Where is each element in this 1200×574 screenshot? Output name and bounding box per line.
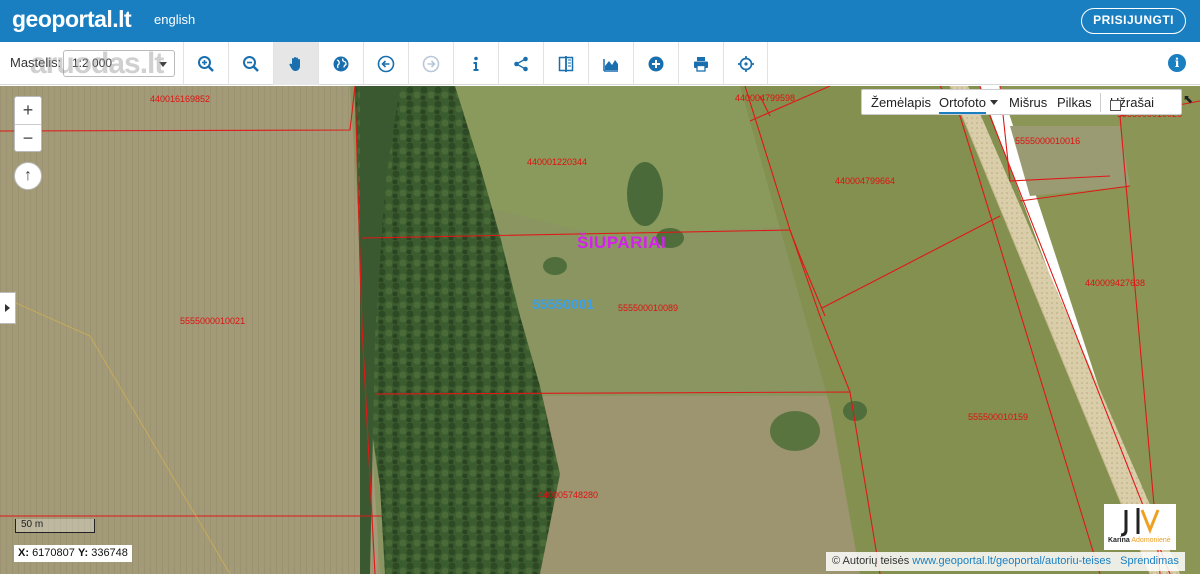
parcel-label: 555500010159 — [968, 412, 1029, 422]
help-info-icon[interactable]: i — [1168, 54, 1186, 72]
top-bar: geoportal.lt english PRISIJUNGTI — [0, 0, 1200, 42]
arrow-left-circle-icon — [377, 55, 395, 72]
solutions-link[interactable]: Sprendimas — [1120, 555, 1179, 567]
copyright-label: © Autorių teisės — [832, 555, 910, 567]
parcel-label: 440004799664 — [835, 176, 896, 186]
basemap-option-ortofoto[interactable]: Ortofoto — [939, 95, 998, 114]
full-extent-tool[interactable] — [318, 42, 363, 85]
elevation-chart-icon — [603, 58, 618, 72]
zoom-control: + − — [14, 96, 42, 152]
place-name-label: ŠIUPARIAI — [577, 233, 667, 252]
language-link[interactable]: english — [154, 12, 195, 27]
scale-value: 1:2 000 — [72, 56, 113, 70]
basemap-option-misrus[interactable]: Mišrus — [1009, 95, 1047, 110]
printer-icon — [694, 56, 708, 72]
map-view[interactable]: 440016169852 440004799598 5555000010020 … — [0, 86, 1200, 574]
parcel-label: 440009427638 — [1085, 278, 1146, 288]
info-icon — [473, 56, 479, 71]
geoportal-logo[interactable]: geoportal.lt — [12, 6, 132, 33]
divider — [1100, 93, 1101, 112]
print-tool[interactable] — [678, 42, 723, 85]
parcel-label: 5555000010016 — [1015, 136, 1081, 146]
parcel-label: 555500010089 — [618, 303, 679, 313]
share-icon — [514, 56, 528, 71]
parcel-label: 440004799598 — [735, 93, 796, 103]
locate-tool[interactable] — [723, 42, 768, 85]
basemap-option-pilkas[interactable]: Pilkas — [1057, 95, 1092, 110]
agent-name: Karina Adomonienė — [1108, 537, 1171, 544]
basemap-option-zemelapis[interactable]: Žemėlapis — [871, 95, 931, 110]
zoom-in-icon — [198, 55, 214, 72]
coordinate-readout: X: 6170807 Y: 336748 — [14, 545, 132, 562]
next-extent-tool[interactable] — [408, 42, 453, 85]
scale-label: Mastelis: — [10, 55, 62, 70]
identify-tool[interactable] — [453, 42, 498, 85]
add-data-tool[interactable] — [633, 42, 678, 85]
copyright-bar: © Autorių teisės www.geoportal.lt/geopor… — [826, 552, 1185, 571]
plus-circle-icon — [648, 56, 664, 71]
expand-sidebar-button[interactable] — [0, 292, 16, 324]
checkbox-icon — [1110, 100, 1121, 111]
chevron-down-icon — [989, 100, 998, 105]
agent-logo-mark — [1120, 508, 1160, 537]
parcel-label: 440001220344 — [527, 157, 588, 167]
login-button[interactable]: PRISIJUNGTI — [1081, 8, 1186, 34]
pan-tool[interactable] — [273, 42, 318, 85]
globe-icon — [333, 56, 349, 71]
parcel-label: 440005748280 — [538, 490, 599, 500]
labels-toggle[interactable]: Užrašai — [1110, 95, 1154, 111]
crosshair-icon — [737, 55, 754, 72]
split-view-icon — [558, 55, 574, 72]
basemap-switcher: Žemėlapis Ortofoto Mišrus Pilkas Užrašai — [861, 89, 1182, 115]
hand-icon — [289, 56, 300, 71]
share-tool[interactable] — [498, 42, 543, 85]
parcel-label: 440016169852 — [150, 94, 211, 104]
zoom-in-button[interactable]: + — [15, 97, 41, 125]
copyright-link[interactable]: www.geoportal.lt/geoportal/autoriu-teise… — [912, 555, 1111, 567]
zoom-in-tool[interactable] — [183, 42, 228, 85]
profile-tool[interactable] — [588, 42, 633, 85]
scale-bar: 50 m — [15, 519, 95, 533]
chevron-down-icon — [159, 62, 167, 67]
compare-tool[interactable] — [543, 42, 588, 85]
zoom-out-tool[interactable] — [228, 42, 273, 85]
previous-extent-tool[interactable] — [363, 42, 408, 85]
orthophoto-imagery — [0, 86, 1200, 574]
cadastral-area-label: 55550001 — [532, 296, 595, 312]
zoom-out-button[interactable]: − — [15, 125, 41, 153]
zoom-out-icon — [243, 55, 259, 72]
toolbar: Mastelis: 1:2 000 aruodas.lt i — [0, 42, 1200, 85]
scale-select[interactable]: 1:2 000 — [63, 50, 175, 77]
north-arrow-button[interactable]: ↑ — [14, 162, 42, 190]
arrow-right-circle-icon — [422, 55, 440, 72]
parcel-label: 5555000010021 — [180, 316, 246, 326]
agent-logo: Karina Adomonienė — [1104, 504, 1176, 550]
collapse-arrow-icon[interactable]: ⬉ — [1183, 92, 1193, 106]
